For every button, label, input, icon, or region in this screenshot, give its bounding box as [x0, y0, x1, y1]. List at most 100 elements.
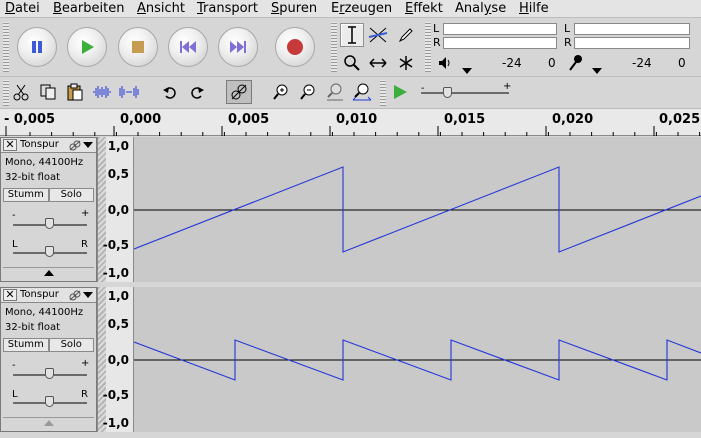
- playback-meter-left[interactable]: [443, 23, 557, 35]
- redo-icon: [191, 87, 204, 99]
- pan-slider-thumb[interactable]: [45, 246, 54, 257]
- play-at-speed-button[interactable]: [389, 81, 411, 103]
- waveform-area[interactable]: [134, 287, 701, 432]
- playback-meter-right[interactable]: [443, 37, 557, 49]
- paste-button[interactable]: [64, 81, 86, 103]
- menu-bearbeiten[interactable]: Bearbeiten: [53, 1, 124, 16]
- silence-button[interactable]: [118, 81, 140, 103]
- vruler-label-0: 0,0: [107, 203, 129, 217]
- fit-project-button[interactable]: [351, 81, 373, 103]
- skip-to-start-button[interactable]: [168, 27, 208, 67]
- gain-slider-thumb[interactable]: [45, 218, 54, 229]
- fit-selection-button[interactable]: [324, 81, 346, 103]
- stop-button[interactable]: [118, 27, 158, 67]
- track-close-button[interactable]: ✕: [3, 139, 17, 151]
- undo-icon: [163, 87, 176, 99]
- record-meter-right[interactable]: [574, 37, 690, 49]
- copy-button[interactable]: [37, 81, 59, 103]
- edit-toolbar-grip[interactable]: [3, 80, 9, 106]
- zoom-tool[interactable]: [340, 51, 364, 75]
- speaker-icon[interactable]: [437, 55, 453, 75]
- gain-slider-thumb[interactable]: [45, 368, 54, 379]
- playback-meter-r-label: R: [433, 36, 441, 49]
- speed-slider-track[interactable]: [421, 92, 509, 94]
- vertical-ruler[interactable]: 1,0 0,5 0,0 -0,5 -1,0: [97, 137, 134, 282]
- collapse-track-button[interactable]: [3, 267, 94, 278]
- menu-datei[interactable]: Datei: [5, 1, 40, 16]
- multi-tool[interactable]: [394, 51, 418, 75]
- redo-button[interactable]: [186, 81, 208, 103]
- waveform-area[interactable]: [134, 137, 701, 282]
- menu-erzeugen[interactable]: Erzeugen: [331, 1, 392, 16]
- vertical-ruler[interactable]: 1,0 0,5 0,0 -0,5 -1,0: [97, 287, 134, 432]
- undo-button[interactable]: [159, 81, 181, 103]
- selection-tool[interactable]: [340, 23, 364, 47]
- pan-left-label: L: [12, 389, 18, 400]
- gain-minus-label: -: [12, 210, 16, 221]
- trim-button[interactable]: [91, 81, 113, 103]
- chevron-down-icon[interactable]: [83, 292, 93, 299]
- vruler-label-1: 1,0: [107, 139, 129, 153]
- trim-audio-icon: [93, 86, 111, 98]
- chevron-down-icon[interactable]: [83, 142, 93, 149]
- sync-lock-icon: [69, 140, 81, 151]
- cut-button[interactable]: [10, 81, 32, 103]
- menu-ansicht[interactable]: Ansicht: [137, 1, 185, 16]
- skip-to-end-button[interactable]: [218, 27, 258, 67]
- zoom-in-button[interactable]: [270, 81, 292, 103]
- menu-transport[interactable]: Transport: [197, 1, 258, 16]
- menu-effekt[interactable]: Effekt: [405, 1, 443, 16]
- meter-grip[interactable]: [425, 22, 431, 72]
- draw-tool[interactable]: [394, 23, 418, 47]
- mute-button[interactable]: Stumm: [3, 188, 49, 202]
- asterisk-icon: [399, 56, 413, 70]
- record-meter-r-label: R: [564, 36, 572, 49]
- play-icon: [394, 85, 407, 99]
- pan-slider-thumb[interactable]: [45, 396, 54, 407]
- record-db-label: -24: [632, 56, 652, 70]
- track-sample-format: 32-bit float: [5, 172, 61, 183]
- timeshift-tool[interactable]: [366, 51, 390, 75]
- ruler-label-0015: 0,015: [444, 112, 486, 127]
- play-at-speed-grip[interactable]: [380, 80, 386, 106]
- zoom-out-icon: [300, 84, 315, 100]
- menu-analyse[interactable]: Analyse: [455, 1, 506, 16]
- sync-lock-button[interactable]: [226, 80, 252, 104]
- speed-slider-thumb[interactable]: [443, 87, 452, 98]
- toolbar-grip[interactable]: [3, 22, 9, 72]
- microphone-icon[interactable]: [567, 54, 585, 76]
- playback-db-label: -24: [502, 56, 522, 70]
- timeline-ruler[interactable]: - 0,005 0,000 0,005 0,010 0,015 0,020 0,…: [0, 108, 701, 136]
- pause-button[interactable]: [17, 27, 57, 67]
- skip-end-icon: [230, 41, 246, 53]
- envelope-tool[interactable]: [366, 23, 390, 47]
- stop-icon: [132, 41, 144, 53]
- collapse-track-button[interactable]: [3, 417, 94, 428]
- track-close-button[interactable]: ✕: [3, 289, 17, 301]
- pencil-icon: [398, 28, 413, 43]
- envelope-icon: [368, 27, 388, 43]
- tools-grip[interactable]: [331, 22, 337, 72]
- clipboard-icon: [67, 83, 83, 101]
- mute-button[interactable]: Stumm: [3, 338, 49, 352]
- track-name-row: ✕ Tonspur: [1, 138, 96, 153]
- zoom-out-button[interactable]: [297, 81, 319, 103]
- track-name-row: ✕ Tonspur: [1, 288, 96, 303]
- play-button[interactable]: [67, 27, 107, 67]
- solo-button[interactable]: Solo: [48, 188, 94, 202]
- audio-track-2: ✕ Tonspur Mono, 44100Hz 32-bit float Stu…: [0, 287, 701, 433]
- vruler-label-05: 0,5: [107, 317, 129, 331]
- gain-plus-label: +: [81, 358, 90, 369]
- zoom-in-icon: [273, 84, 288, 100]
- audacity-window: Datei Bearbeiten Ansicht Transport Spure…: [0, 0, 701, 438]
- track-name-menu[interactable]: Tonspur: [20, 139, 59, 150]
- menu-hilfe[interactable]: Hilfe: [519, 1, 549, 16]
- vruler-label-neg1: -1,0: [102, 416, 129, 430]
- track-name-menu[interactable]: Tonspur: [20, 289, 59, 300]
- record-meter-left[interactable]: [574, 23, 690, 35]
- solo-button[interactable]: Solo: [48, 338, 94, 352]
- record-button[interactable]: [275, 27, 315, 67]
- pan-right-label: R: [81, 239, 88, 250]
- copy-icon: [40, 84, 56, 100]
- menu-spuren[interactable]: Spuren: [271, 1, 317, 16]
